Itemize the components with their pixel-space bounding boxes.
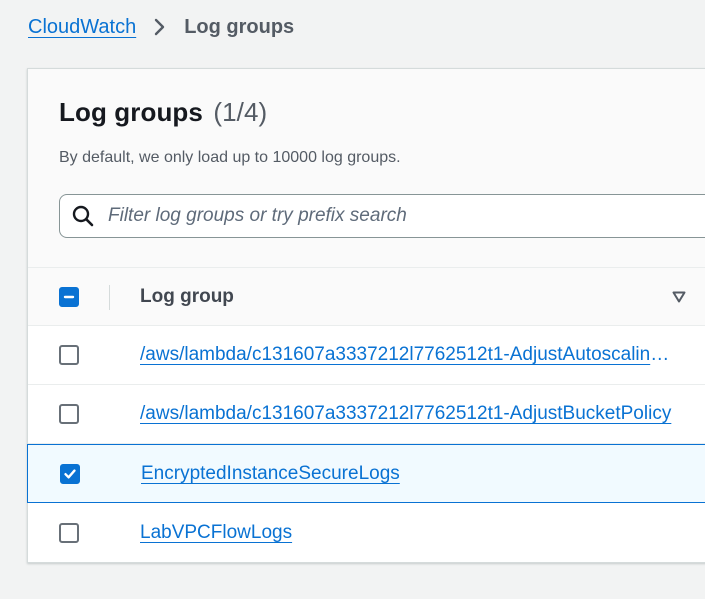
log-group-link[interactable]: LabVPCFlowLogs: [140, 522, 676, 544]
row-checkbox-cell: [28, 445, 110, 502]
log-group-link[interactable]: EncryptedInstanceSecureLogs: [141, 463, 677, 485]
select-all-cell: [28, 268, 110, 325]
breadcrumb-current: Log groups: [184, 15, 295, 38]
row-checkbox[interactable]: [59, 522, 79, 543]
table-row-selected[interactable]: EncryptedInstanceSecureLogs: [27, 444, 705, 503]
row-checkbox[interactable]: [60, 463, 80, 484]
log-groups-panel: Log groups (1/4) By default, we only loa…: [27, 68, 705, 563]
page-title: Log groups (1/4): [59, 97, 267, 128]
row-checkbox[interactable]: [59, 345, 79, 365]
breadcrumb: CloudWatch Log groups: [28, 12, 294, 42]
breadcrumb-cloudwatch-link[interactable]: CloudWatch: [28, 16, 136, 39]
column-divider: [109, 285, 110, 310]
column-header-log-group[interactable]: Log group: [140, 286, 234, 308]
panel-header: Log groups (1/4) By default, we only loa…: [28, 69, 705, 268]
chevron-right-icon: [136, 12, 184, 42]
search-box[interactable]: [59, 194, 705, 238]
search-input[interactable]: [108, 205, 668, 227]
row-checkbox-cell: [28, 326, 110, 384]
indeterminate-checkbox-icon: [63, 295, 75, 298]
panel-description: By default, we only load up to 10000 log…: [59, 149, 401, 166]
row-checkbox-cell: [28, 503, 110, 562]
table-row[interactable]: LabVPCFlowLogs: [28, 503, 705, 562]
sort-descending-icon[interactable]: [671, 289, 687, 305]
log-groups-table: Log group /aws/lambda/c131607a3337212l77…: [27, 268, 705, 562]
checkmark-icon: [64, 468, 76, 478]
row-checkbox-cell: [28, 385, 110, 443]
table-row[interactable]: /aws/lambda/c131607a3337212l7762512t1-Ad…: [28, 326, 705, 385]
selection-count: (1/4): [213, 97, 268, 127]
select-all-checkbox[interactable]: [59, 286, 79, 307]
table-row[interactable]: /aws/lambda/c131607a3337212l7762512t1-Ad…: [28, 385, 705, 444]
row-checkbox[interactable]: [59, 404, 79, 424]
log-group-link[interactable]: /aws/lambda/c131607a3337212l7762512t1-Ad…: [140, 403, 676, 425]
title-text: Log groups: [59, 97, 203, 127]
table-header-row: Log group: [28, 268, 705, 326]
search-icon: [71, 204, 95, 228]
log-group-link[interactable]: /aws/lambda/c131607a3337212l7762512t1-Ad…: [140, 344, 676, 366]
